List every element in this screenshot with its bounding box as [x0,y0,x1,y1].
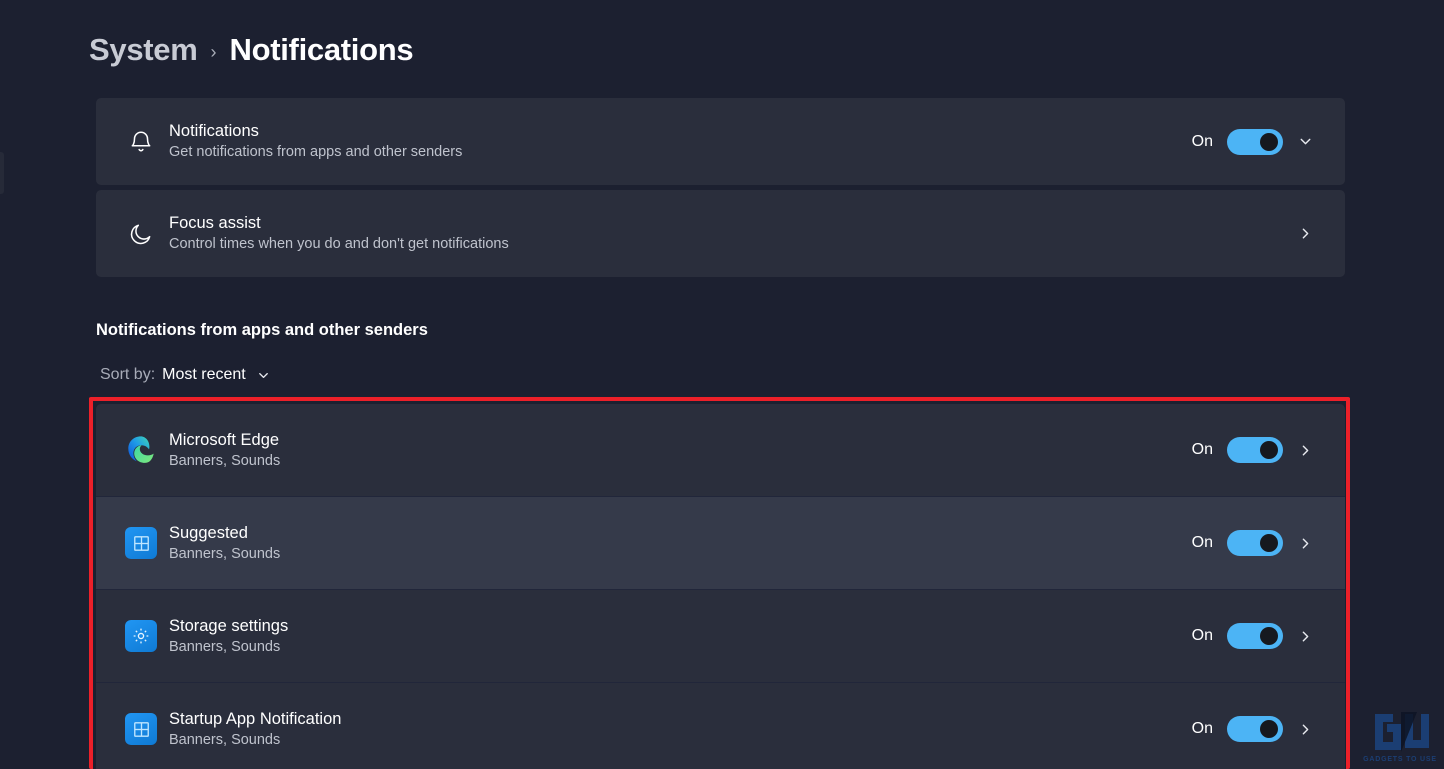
app-chevron-right-icon-startup-app-notification[interactable] [1283,707,1327,751]
microsoft-edge-icon [118,434,164,466]
notifications-card-title: Notifications [169,122,259,141]
app-row-controls-startup-app-notification: On [1192,707,1327,751]
notifications-toggle[interactable] [1227,128,1283,155]
notifications-toggle-knob [1260,132,1278,151]
sort-by-value: Most recent [162,366,246,383]
app-detail: Banners, Sounds [169,731,281,748]
app-toggle-state-label: On [1191,627,1213,644]
sort-by-chevron-down-icon[interactable] [253,368,271,383]
apps-section-heading: Notifications from apps and other sender… [96,321,428,339]
app-detail: Banners, Sounds [169,638,281,655]
app-chevron-right-icon-storage-settings[interactable] [1283,614,1327,658]
watermark-logo: GADGETS TO USE [1360,710,1440,763]
page-title: Notifications [229,32,414,67]
moon-icon [118,221,164,247]
notifications-card-text: Notifications Get notifications from app… [164,122,1192,161]
app-toggle-state-label: On [1191,534,1213,551]
app-toggle-storage-settings[interactable] [1227,623,1283,649]
app-toggle-knob [1260,627,1278,645]
windows-tile-icon-suggested [118,527,164,559]
app-row-controls-storage-settings: On [1192,614,1327,658]
notifications-card-subtitle: Get notifications from apps and other se… [169,144,463,161]
app-chevron-right-icon-suggested[interactable] [1283,521,1327,565]
notifications-toggle-state-label: On [1191,132,1213,150]
storage-settings-icon [118,620,164,652]
sort-by-control[interactable]: Sort by: Most recent [100,362,271,388]
app-toggle-knob [1260,534,1278,552]
breadcrumb: System › Notifications [89,27,414,73]
notifications-expand-chevron-down-icon[interactable] [1283,120,1327,164]
app-toggle-microsoft-edge[interactable] [1227,437,1283,463]
app-row-text-suggested: Suggested Banners, Sounds [164,524,1192,563]
app-name: Suggested [169,523,248,542]
notifications-master-card[interactable]: Notifications Get notifications from app… [96,98,1345,185]
focus-assist-card-title: Focus assist [169,214,261,233]
app-toggle-suggested[interactable] [1227,530,1283,556]
app-row-startup-app-notification[interactable]: Startup App Notification Banners, Sounds… [96,683,1345,769]
app-toggle-state-label: On [1191,720,1213,737]
focus-assist-card[interactable]: Focus assist Control times when you do a… [96,190,1345,277]
breadcrumb-separator-icon: › [210,42,217,62]
icon-tile [125,713,157,745]
focus-assist-chevron-right-icon[interactable] [1283,212,1327,256]
app-chevron-right-icon-microsoft-edge[interactable] [1283,428,1327,472]
notifications-card-controls: On [1192,120,1327,164]
focus-assist-card-controls [1283,212,1327,256]
breadcrumb-parent-link[interactable]: System [89,32,198,68]
app-toggle-startup-app-notification[interactable] [1227,716,1283,742]
app-row-text-microsoft-edge: Microsoft Edge Banners, Sounds [164,431,1192,470]
app-name: Startup App Notification [169,709,342,728]
app-row-text-startup-app-notification: Startup App Notification Banners, Sounds [164,710,1192,749]
left-rail-sliver [0,152,4,194]
app-notification-list: Microsoft Edge Banners, Sounds On Sugges… [96,404,1345,769]
app-name: Storage settings [169,616,289,635]
app-row-suggested[interactable]: Suggested Banners, Sounds On [96,497,1345,590]
watermark-text: GADGETS TO USE [1363,756,1437,763]
app-detail: Banners, Sounds [169,452,281,469]
app-name: Microsoft Edge [169,430,280,449]
icon-tile [125,527,157,559]
app-row-storage-settings[interactable]: Storage settings Banners, Sounds On [96,590,1345,683]
app-toggle-knob [1260,441,1278,459]
app-row-microsoft-edge[interactable]: Microsoft Edge Banners, Sounds On [96,404,1345,497]
focus-assist-card-subtitle: Control times when you do and don't get … [169,236,509,253]
app-row-controls-suggested: On [1192,521,1327,565]
bell-icon [118,129,164,155]
icon-tile [125,620,157,652]
windows-tile-icon-startup [118,713,164,745]
gadgets-to-use-logo-icon [1375,712,1429,752]
focus-assist-card-text: Focus assist Control times when you do a… [164,214,1283,253]
sort-by-label: Sort by: [100,366,156,383]
app-row-controls-microsoft-edge: On [1192,428,1327,472]
app-toggle-knob [1260,720,1278,738]
app-detail: Banners, Sounds [169,545,281,562]
app-toggle-state-label: On [1191,441,1213,458]
app-row-text-storage-settings: Storage settings Banners, Sounds [164,617,1192,656]
